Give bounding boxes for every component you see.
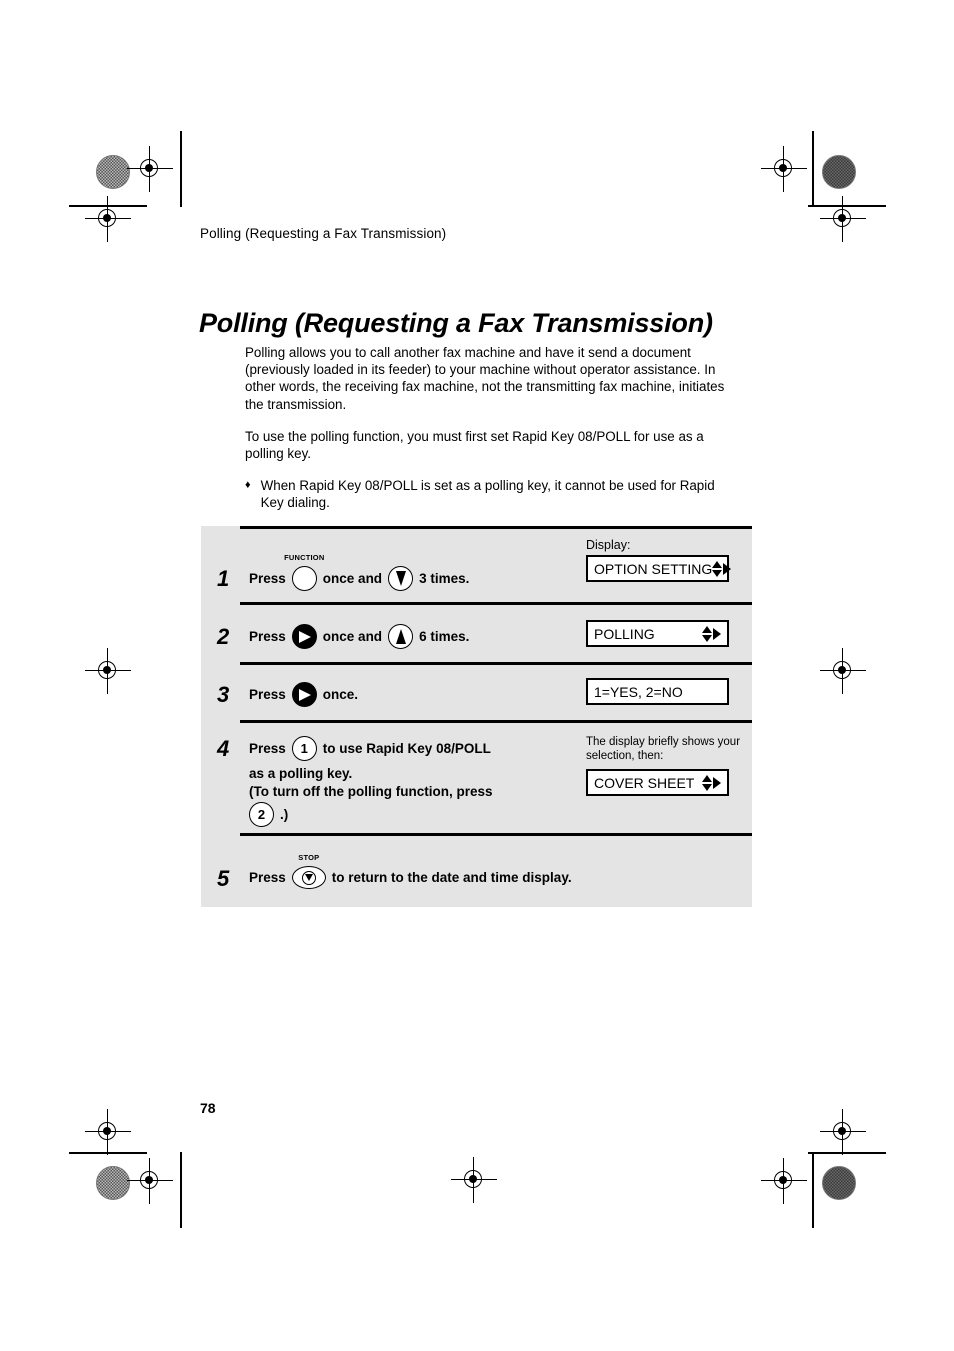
right-arrow-icon	[713, 627, 721, 640]
step-5-press-label: Press	[249, 870, 286, 885]
step-5-instruction: 5 Press STOP to return to the date and t…	[201, 833, 752, 907]
registration-dot-bottom-left	[96, 1166, 130, 1200]
registration-crosshair-mid-right	[820, 648, 866, 694]
registration-dot-top-left	[96, 155, 130, 189]
intro-bullet-text: When Rapid Key 08/POLL is set as a polli…	[260, 478, 715, 511]
trim-line-bottom-left-vertical	[180, 1152, 182, 1228]
display-caption: Display:	[586, 538, 631, 552]
step-5-number: 5	[217, 866, 230, 891]
lcd-arrows-step-4	[702, 774, 721, 791]
lcd-display-step-1: OPTION SETTING	[586, 555, 732, 582]
lcd-text-step-4: COVER SHEET	[594, 774, 695, 791]
step-2-after-text: 6 times.	[419, 629, 470, 644]
step-4: 4 Press 1 to use Rapid Key 08/POLL as a …	[201, 720, 752, 833]
stop-key-icon[interactable]: STOP	[291, 853, 326, 889]
step-3-press-label: Press	[249, 687, 286, 702]
intro-section: Polling allows you to call another fax m…	[245, 344, 745, 512]
registration-crosshair-mid-left	[85, 648, 131, 694]
step-5: 5 Press STOP to return to the date and t…	[201, 833, 752, 907]
lcd-display-step-3: 1=YES, 2=NO	[586, 678, 729, 705]
step-1-number: 1	[217, 566, 230, 591]
intro-paragraph-1: Polling allows you to call another fax m…	[245, 345, 725, 412]
step-2-instruction: 2 Press once and 6 times.	[201, 602, 586, 662]
trim-line-top-left-vertical	[180, 131, 182, 207]
registration-crosshair-top-left-upper	[127, 146, 173, 192]
step-4-number: 4	[217, 736, 230, 761]
up-arrow-key-icon[interactable]	[388, 624, 414, 649]
numeric-key-2-icon[interactable]: 2	[249, 802, 274, 827]
lcd-arrows-step-1	[712, 560, 732, 577]
right-arrow-icon	[723, 562, 732, 575]
trim-line-bottom-left-horizontal	[69, 1152, 147, 1154]
stop-key-label: STOP	[298, 853, 320, 862]
registration-crosshair-bottom-right-lower	[761, 1158, 807, 1204]
right-arrow-icon	[713, 776, 721, 789]
page-number: 78	[200, 1100, 216, 1116]
steps-panel: 1 Press FUNCTION once and 3 times. Displ	[201, 526, 752, 907]
function-key-icon[interactable]: FUNCTION	[284, 553, 324, 591]
lcd-text-step-3: 1=YES, 2=NO	[594, 683, 683, 700]
step-3: 3 Press once. 1=YES, 2=NO	[201, 662, 752, 720]
registration-dot-bottom-right	[822, 1166, 856, 1200]
lcd-display-step-4: COVER SHEET	[586, 769, 729, 796]
trim-line-bottom-right-vertical	[812, 1152, 814, 1228]
bullet-diamond-icon: ♦	[245, 479, 251, 492]
page-title: Polling (Requesting a Fax Transmission)	[199, 308, 713, 339]
step-2-display-area: POLLING	[586, 602, 752, 662]
registration-crosshair-bottom-left-upper	[85, 1109, 131, 1155]
step-2-number: 2	[217, 624, 230, 649]
trim-line-bottom-right-horizontal	[808, 1152, 886, 1154]
function-key-label: FUNCTION	[284, 553, 325, 562]
step-4-note: The display briefly shows your selection…	[586, 736, 741, 762]
step-3-instruction: 3 Press once.	[201, 662, 586, 720]
step-1: 1 Press FUNCTION once and 3 times. Displ	[201, 526, 752, 602]
down-arrow-key-icon[interactable]	[388, 566, 414, 591]
intro-bullet-item: ♦ When Rapid Key 08/POLL is set as a pol…	[245, 477, 745, 511]
step-4-line3: (To turn off the polling function, press	[249, 784, 493, 799]
right-arrow-key-icon[interactable]	[291, 682, 317, 707]
step-4-line4-after: .)	[280, 807, 289, 822]
step-1-after-text: 3 times.	[419, 571, 470, 586]
registration-crosshair-bottom-right-upper	[820, 1109, 866, 1155]
step-1-mid-text: once and	[322, 571, 383, 586]
registration-crosshair-top-right-upper	[761, 146, 807, 192]
registration-crosshair-top-right-lower	[820, 196, 866, 242]
step-4-line2: as a polling key.	[249, 766, 353, 781]
intro-paragraph-2: To use the polling function, you must fi…	[245, 428, 704, 462]
lcd-text-step-2: POLLING	[594, 625, 655, 642]
lcd-display-step-2: POLLING	[586, 620, 729, 647]
step-2-press-label: Press	[249, 629, 286, 644]
running-head: Polling (Requesting a Fax Transmission)	[200, 226, 447, 241]
registration-crosshair-top-left-lower	[85, 196, 131, 242]
step-5-after-text: to return to the date and time display.	[331, 870, 572, 885]
step-3-number: 3	[217, 682, 230, 707]
step-4-instruction: 4 Press 1 to use Rapid Key 08/POLL as a …	[201, 720, 586, 833]
step-4-line1-after: to use Rapid Key 08/POLL	[322, 741, 491, 756]
right-arrow-key-icon[interactable]	[291, 624, 317, 649]
step-1-press-label: Press	[249, 571, 286, 586]
step-1-display-area: Display: OPTION SETTING	[586, 526, 752, 602]
step-4-display-area: The display briefly shows your selection…	[586, 720, 752, 833]
step-3-after-text: once.	[322, 687, 359, 702]
up-down-arrow-icon	[702, 625, 712, 642]
registration-dot-top-right	[822, 155, 856, 189]
up-down-arrow-icon	[702, 774, 712, 791]
step-4-press-label: Press	[249, 741, 286, 756]
up-down-arrow-icon	[712, 560, 723, 577]
trim-line-top-right-vertical	[812, 131, 814, 207]
lcd-text-step-1: OPTION SETTING	[594, 560, 713, 577]
numeric-key-1-icon[interactable]: 1	[291, 736, 317, 761]
registration-crosshair-bottom-center	[451, 1157, 497, 1203]
step-2: 2 Press once and 6 times. POLLING	[201, 602, 752, 662]
step-1-instruction: 1 Press FUNCTION once and 3 times.	[201, 526, 586, 602]
registration-crosshair-bottom-left-lower	[127, 1158, 173, 1204]
step-2-mid-text: once and	[322, 629, 383, 644]
step-3-display-area: 1=YES, 2=NO	[586, 662, 752, 720]
lcd-arrows-step-2	[702, 625, 721, 642]
